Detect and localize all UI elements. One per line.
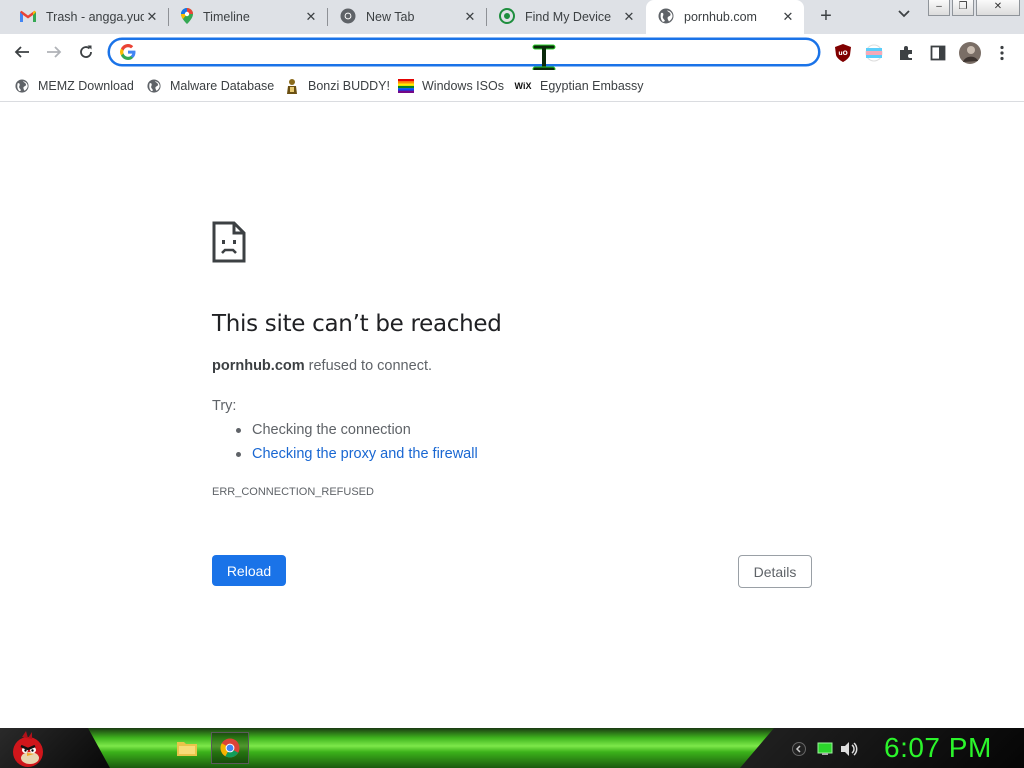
- text-cursor-icon: [532, 44, 556, 72]
- tab-gmail[interactable]: Trash - angga.yud ✕: [8, 0, 168, 34]
- tab-active-site[interactable]: pornhub.com ✕: [646, 0, 804, 34]
- side-panel-icon[interactable]: [927, 42, 949, 64]
- taskbar-explorer[interactable]: [168, 732, 206, 764]
- error-page: This site can’t be reached pornhub.com r…: [0, 103, 1024, 728]
- tab-strip: Trash - angga.yud ✕ Timeline ✕ New Tab ✕…: [0, 0, 1024, 34]
- bookmark-label: MEMZ Download: [38, 79, 134, 93]
- tab-title: Trash - angga.yud: [46, 10, 144, 24]
- suggestion-check-connection: Checking the connection: [236, 421, 478, 445]
- globe-icon: [658, 8, 674, 27]
- google-g-icon: [120, 44, 136, 65]
- bookmarks-bar: MEMZ Download Malware Database Bonzi BUD…: [0, 70, 1024, 102]
- tab-title: Find My Device: [525, 10, 612, 24]
- tab-find-my-device[interactable]: Find My Device ✕: [487, 0, 645, 34]
- tab-title: Timeline: [203, 10, 250, 24]
- restore-button[interactable]: ❐: [952, 0, 974, 16]
- reload-button[interactable]: Reload: [212, 555, 286, 586]
- bookmark-label: Bonzi BUDDY!: [308, 79, 390, 93]
- bookmark-windows-isos[interactable]: Windows ISOs: [398, 76, 504, 96]
- browser-toolbar: uO: [0, 34, 1024, 70]
- gmail-icon: [20, 10, 36, 25]
- close-tab-icon[interactable]: ✕: [144, 9, 160, 25]
- chrome-icon: [220, 738, 240, 758]
- bookmark-label: Malware Database: [170, 79, 275, 93]
- folder-icon: [177, 742, 197, 756]
- suggestion-check-proxy-link[interactable]: Checking the proxy and the firewall: [236, 445, 478, 469]
- taskbar: 6:07 PM: [0, 728, 1024, 768]
- error-code: ERR_CONNECTION_REFUSED: [212, 486, 374, 498]
- back-arrow-icon: [14, 46, 29, 58]
- forward-button[interactable]: [42, 40, 66, 64]
- maps-pin-icon: [181, 7, 193, 27]
- ublock-origin-icon[interactable]: uO: [832, 42, 854, 64]
- new-tab-button[interactable]: +: [814, 5, 838, 29]
- details-button[interactable]: Details: [738, 555, 812, 588]
- find-my-device-icon: [499, 7, 515, 27]
- tab-search-button[interactable]: [893, 6, 915, 28]
- close-tab-icon[interactable]: ✕: [780, 9, 796, 25]
- try-label: Try:: [212, 398, 237, 414]
- rainbow-flag-icon: [398, 78, 414, 94]
- extensions-puzzle-icon[interactable]: [895, 42, 917, 64]
- profile-avatar[interactable]: [958, 41, 982, 65]
- globe-icon: [14, 78, 30, 94]
- taskbar-chrome[interactable]: [211, 732, 249, 764]
- sad-document-icon: [212, 221, 246, 268]
- wix-icon: WiX: [514, 81, 532, 91]
- forward-arrow-icon: [47, 46, 62, 58]
- suggestion-list: Checking the connection Checking the pro…: [236, 421, 478, 469]
- close-tab-icon[interactable]: ✕: [621, 9, 637, 25]
- bonzi-icon: [284, 78, 300, 94]
- volume-icon[interactable]: [840, 740, 858, 758]
- svg-text:uO: uO: [838, 50, 847, 57]
- menu-kebab-icon[interactable]: [991, 42, 1013, 64]
- minimize-button[interactable]: –: [928, 0, 950, 16]
- bookmark-memz-download[interactable]: MEMZ Download: [14, 76, 134, 96]
- close-tab-icon[interactable]: ✕: [462, 9, 478, 25]
- globe-icon: [146, 78, 162, 94]
- flag-extension-icon[interactable]: [863, 42, 885, 64]
- bookmark-label: Egyptian Embassy: [540, 79, 644, 93]
- angry-bird-icon: [13, 731, 43, 767]
- tab-new-tab[interactable]: New Tab ✕: [328, 0, 486, 34]
- error-description: pornhub.com refused to connect.: [212, 358, 432, 374]
- error-description-text: refused to connect.: [304, 358, 432, 374]
- tray-chevron-icon[interactable]: [790, 740, 808, 758]
- address-input[interactable]: [146, 42, 806, 62]
- bookmark-egyptian-embassy[interactable]: WiX Egyptian Embassy: [514, 76, 644, 96]
- start-button[interactable]: [8, 728, 48, 768]
- error-domain: pornhub.com: [212, 358, 305, 374]
- taskbar-clock[interactable]: 6:07 PM: [884, 732, 992, 764]
- chrome-icon: [340, 8, 356, 27]
- tab-title: New Tab: [366, 10, 415, 24]
- window-controls: – ❐ ✕: [928, 0, 1020, 16]
- close-window-button[interactable]: ✕: [976, 0, 1020, 16]
- reload-toolbar-button[interactable]: [74, 40, 98, 64]
- bookmark-label: Windows ISOs: [422, 79, 504, 93]
- address-bar[interactable]: [108, 38, 820, 66]
- tab-timeline[interactable]: Timeline ✕: [169, 0, 327, 34]
- browser-window: Trash - angga.yud ✕ Timeline ✕ New Tab ✕…: [0, 0, 1024, 768]
- error-title: This site can’t be reached: [212, 311, 502, 337]
- bookmark-malware-database[interactable]: Malware Database: [146, 76, 274, 96]
- back-button[interactable]: [10, 40, 34, 64]
- network-icon[interactable]: [816, 740, 834, 758]
- tab-title: pornhub.com: [684, 10, 757, 24]
- bookmark-bonzi-buddy[interactable]: Bonzi BUDDY!: [284, 76, 390, 96]
- reload-icon: [80, 45, 92, 58]
- close-tab-icon[interactable]: ✕: [303, 9, 319, 25]
